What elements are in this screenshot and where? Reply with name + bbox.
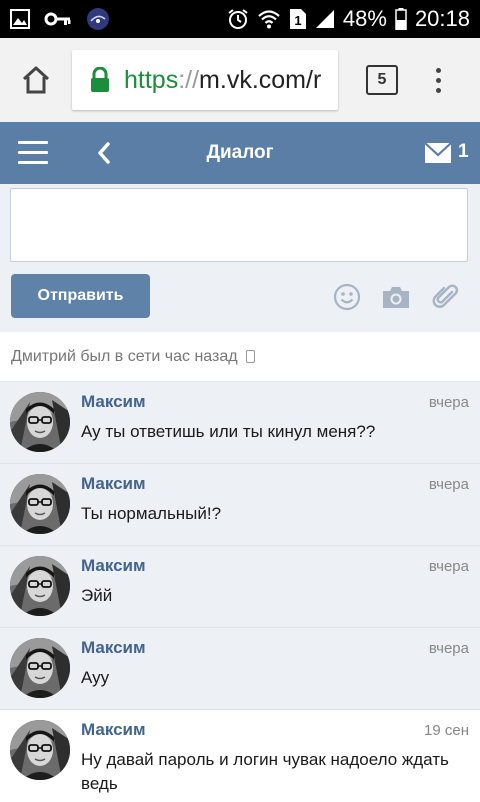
url-scheme: https	[124, 65, 179, 94]
avatar[interactable]	[10, 638, 70, 698]
message-time: вчера	[428, 476, 469, 493]
envelope-icon	[424, 142, 452, 163]
tab-switcher-button[interactable]: 5	[366, 65, 398, 95]
page-title: Диалог	[206, 142, 274, 163]
app-notification-icon	[86, 7, 110, 31]
message-author[interactable]: Максим	[81, 392, 146, 412]
avatar[interactable]	[10, 392, 70, 452]
message-item[interactable]: Максим вчера Ау ты ответишь или ты кинул м…	[0, 382, 480, 464]
app-header: Диалог 1	[0, 122, 480, 184]
signal-icon	[315, 9, 335, 29]
back-button[interactable]	[94, 140, 114, 171]
message-text: Эйй	[81, 586, 113, 605]
home-button[interactable]	[14, 58, 58, 102]
message-text: Ну давай пароль и логин чувак надоело жд…	[81, 750, 449, 793]
messages-button[interactable]	[424, 142, 452, 169]
message-author[interactable]: Максим	[81, 720, 146, 740]
url-host: m.vk.com/r	[199, 65, 322, 94]
home-icon	[22, 66, 50, 94]
battery-percent: 48%	[342, 6, 387, 31]
message-author[interactable]: Максим	[81, 556, 146, 576]
clock: 20:18	[414, 6, 470, 31]
camera-icon	[383, 287, 409, 308]
message-author[interactable]: Максим	[81, 474, 146, 494]
browser-menu-button[interactable]	[436, 67, 441, 93]
unread-count-badge: 1	[458, 141, 469, 162]
message-input[interactable]	[10, 188, 468, 262]
photo-button[interactable]	[381, 283, 411, 316]
url-separator: ://	[178, 65, 200, 94]
presence-status: Дмитрий был в сети час назад	[0, 332, 480, 382]
message-item[interactable]: Максим 19 сен Ну давай пароль и логин чува…	[0, 710, 480, 802]
message-item[interactable]: Максим вчера Ауу	[0, 628, 480, 710]
menu-dot-icon	[436, 67, 441, 73]
key-icon	[44, 11, 72, 27]
status-bar: 1 48% 20:18	[0, 0, 480, 38]
lock-icon	[91, 67, 109, 92]
smiley-icon	[333, 283, 361, 311]
send-button[interactable]: Отправить	[11, 274, 150, 318]
wifi-icon	[257, 9, 281, 29]
menu-dot-icon	[436, 77, 441, 83]
message-text: Ауу	[81, 668, 110, 687]
svg-text:1: 1	[294, 13, 301, 28]
emoji-button[interactable]	[333, 283, 361, 316]
message-time: вчера	[428, 558, 469, 575]
message-text: Ау ты ответишь или ты кинул меня??	[81, 422, 376, 441]
avatar[interactable]	[10, 556, 70, 616]
browser-toolbar: https://m.vk.com/r 5	[0, 38, 480, 122]
message-item[interactable]: Максим вчера Ты нормальный!?	[0, 464, 480, 546]
message-text: Ты нормальный!?	[81, 504, 222, 523]
chevron-left-icon	[98, 142, 110, 164]
compose-area: Отправить	[0, 184, 480, 332]
alarm-icon	[227, 8, 249, 30]
message-list: Максим вчера Ау ты ответишь или ты кинул м…	[0, 382, 480, 802]
message-time: вчера	[428, 640, 469, 657]
message-item[interactable]: Максим вчера Эйй	[0, 546, 480, 628]
menu-dot-icon	[436, 87, 441, 93]
paperclip-icon	[432, 284, 459, 308]
message-time: 19 сен	[424, 722, 469, 739]
mobile-phone-icon	[245, 350, 255, 363]
message-time: вчера	[428, 394, 469, 411]
gallery-icon	[10, 9, 30, 29]
message-author[interactable]: Максим	[81, 638, 146, 658]
presence-text: Дмитрий был в сети час назад	[11, 347, 238, 365]
avatar[interactable]	[10, 720, 70, 780]
sim-icon: 1	[289, 8, 307, 30]
attach-button[interactable]	[431, 283, 459, 316]
battery-icon	[395, 8, 407, 30]
avatar[interactable]	[10, 474, 70, 534]
address-bar[interactable]: https://m.vk.com/r	[72, 50, 338, 110]
